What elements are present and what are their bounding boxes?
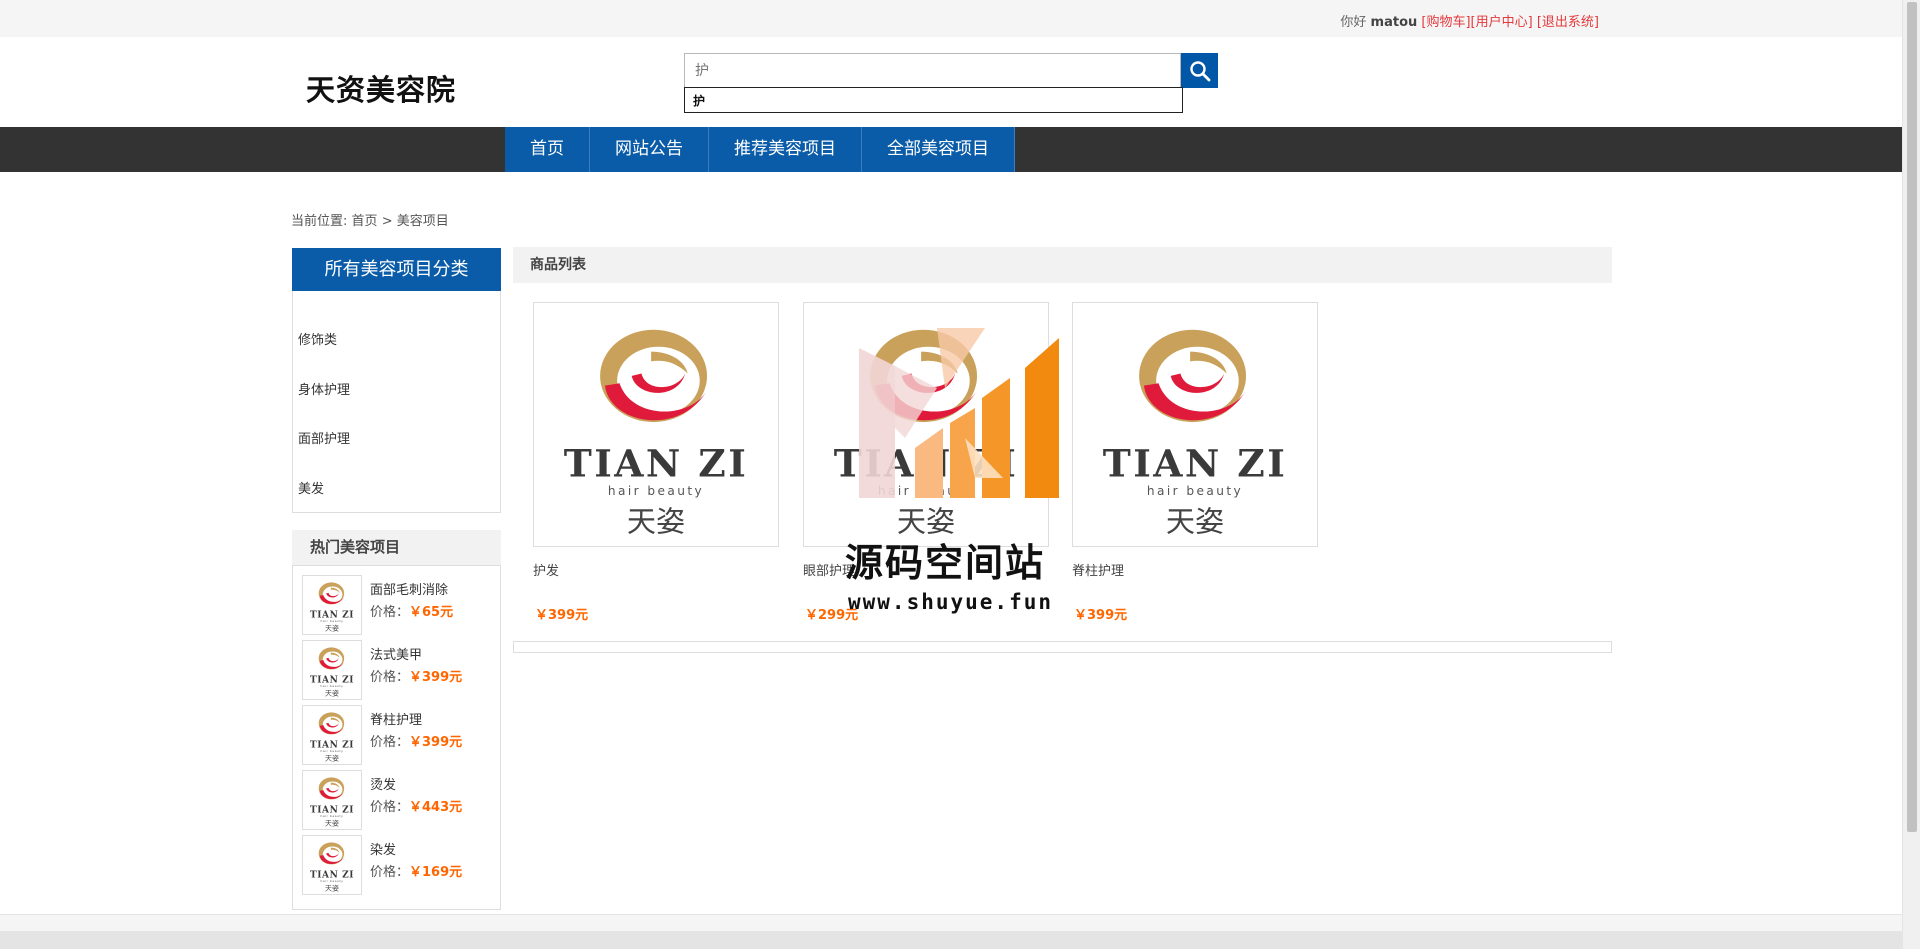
svg-text:hair beauty: hair beauty	[1147, 484, 1243, 498]
category-item[interactable]: 修饰类	[298, 329, 337, 348]
product-price: ￥399元	[535, 608, 589, 623]
nav-item-home[interactable]: 首页	[505, 127, 590, 172]
site-logo[interactable]: 天资美容院	[306, 67, 456, 109]
hot-item-name[interactable]: 脊柱护理	[370, 709, 422, 728]
hot-item[interactable]: TIAN ZI hair beauty 天姿 染发 价格：￥169元	[302, 835, 497, 895]
product-image[interactable]: TIAN ZIhair beauty 天姿	[533, 302, 779, 547]
search-suggestion[interactable]: 护	[684, 87, 1183, 113]
nav-item-announcements[interactable]: 网站公告	[590, 127, 709, 172]
horizontal-scrollbar[interactable]	[0, 931, 1902, 949]
hot-item-name[interactable]: 染发	[370, 839, 396, 858]
breadcrumb-home[interactable]: 首页	[352, 214, 378, 229]
svg-text:天姿: 天姿	[325, 884, 339, 893]
top-bar: 你好 matou [购物车][用户中心] [退出系统]	[0, 0, 1902, 37]
pagination-bar	[513, 641, 1612, 653]
hot-item[interactable]: TIAN ZI hair beauty 天姿 面部毛刺消除 价格：￥65元	[302, 575, 497, 635]
tianzi-logo-icon: TIAN ZIhair beauty天姿	[310, 647, 353, 698]
nav-item-recommended[interactable]: 推荐美容项目	[709, 127, 862, 172]
hot-item-name[interactable]: 法式美甲	[370, 644, 422, 663]
price-label: 价格：	[370, 735, 410, 750]
product-card[interactable]: TIAN ZI hair beauty 天姿 护发 ￥399元	[533, 302, 779, 623]
svg-text:hair beauty: hair beauty	[321, 619, 344, 623]
svg-text:hair beauty: hair beauty	[321, 879, 344, 883]
hot-item-price-row: 价格：￥65元	[370, 601, 453, 620]
logout-link[interactable]: [退出系统]	[1537, 15, 1599, 30]
footer-strip	[0, 914, 1902, 931]
tianzi-logo-icon: TIAN ZIhair beauty 天姿	[1103, 329, 1288, 538]
svg-text:TIAN ZI: TIAN ZI	[564, 442, 749, 486]
svg-text:hair beauty: hair beauty	[321, 749, 344, 753]
user-links: 你好 matou [购物车][用户中心] [退出系统]	[1340, 11, 1599, 30]
category-list: 修饰类 身体护理 面部护理 美发	[292, 291, 501, 513]
username: matou	[1370, 15, 1418, 30]
product-name[interactable]: 护发	[533, 560, 559, 579]
hot-item-price-row: 价格：￥399元	[370, 666, 462, 685]
svg-text:TIAN ZI: TIAN ZI	[1103, 442, 1288, 486]
main-nav: 首页 网站公告 推荐美容项目 全部美容项目	[0, 127, 1902, 172]
breadcrumb-prefix: 当前位置:	[291, 214, 348, 229]
tianzi-logo-icon: TIAN ZIhair beauty天姿	[310, 712, 353, 763]
category-item[interactable]: 美发	[298, 478, 324, 497]
hot-item-price-row: 价格：￥169元	[370, 861, 462, 880]
user-center-link[interactable]: [用户中心]	[1471, 15, 1533, 30]
hot-item-price-row: 价格：￥399元	[370, 731, 462, 750]
hot-item[interactable]: TIAN ZI hair beauty 天姿 脊柱护理 价格：￥399元	[302, 705, 497, 765]
tianzi-logo-icon: TIAN ZIhair beauty天姿	[310, 777, 353, 828]
breadcrumb: 当前位置: 首页 > 美容项目	[291, 210, 449, 229]
svg-text:天姿: 天姿	[325, 689, 339, 698]
hot-item-name[interactable]: 烫发	[370, 774, 396, 793]
breadcrumb-separator: >	[381, 214, 393, 229]
hot-item-name[interactable]: 面部毛刺消除	[370, 579, 448, 598]
svg-text:天姿: 天姿	[627, 504, 685, 538]
product-list-title: 商品列表	[513, 247, 1612, 283]
hot-item-thumbnail[interactable]: TIAN ZI hair beauty 天姿	[302, 770, 362, 830]
category-item[interactable]: 面部护理	[298, 428, 350, 447]
hot-item-price: ￥443元	[409, 800, 463, 815]
svg-text:天姿: 天姿	[325, 754, 339, 763]
cart-link[interactable]: [购物车]	[1421, 15, 1470, 30]
price-label: 价格：	[370, 865, 410, 880]
search-icon	[1189, 60, 1210, 81]
hot-item-price: ￥399元	[409, 735, 463, 750]
hot-item-thumbnail[interactable]: TIAN ZI hair beauty 天姿	[302, 640, 362, 700]
tianzi-logo-icon: TIAN ZIhair beauty 天姿	[564, 329, 749, 538]
svg-text:天姿: 天姿	[325, 624, 339, 633]
price-label: 价格：	[370, 800, 410, 815]
breadcrumb-current: 美容项目	[396, 214, 449, 229]
vertical-scrollbar[interactable]	[1902, 0, 1920, 949]
header: 天资美容院 护	[0, 37, 1902, 127]
product-card[interactable]: TIAN ZI hair beauty 天姿 脊柱护理 ￥399元	[1072, 302, 1318, 623]
greeting: 你好	[1340, 15, 1367, 30]
category-item[interactable]: 身体护理	[298, 379, 350, 398]
hot-item-thumbnail[interactable]: TIAN ZI hair beauty 天姿	[302, 575, 362, 635]
search-box	[684, 53, 1218, 88]
svg-text:hair beauty: hair beauty	[321, 814, 344, 818]
hot-item[interactable]: TIAN ZI hair beauty 天姿 法式美甲 价格：￥399元	[302, 640, 497, 700]
svg-text:天姿: 天姿	[1166, 504, 1224, 538]
svg-text:hair beauty: hair beauty	[321, 684, 344, 688]
hot-items-title: 热门美容项目	[292, 530, 501, 565]
price-label: 价格：	[370, 670, 410, 685]
hot-items-list: TIAN ZI hair beauty 天姿 面部毛刺消除 价格：￥65元 TIAN…	[292, 565, 501, 910]
product-image[interactable]: TIAN ZIhair beauty 天姿	[1072, 302, 1318, 547]
hot-item-price: ￥399元	[409, 670, 463, 685]
hot-item-price: ￥169元	[409, 865, 463, 880]
hot-item-price: ￥65元	[409, 605, 454, 620]
tianzi-logo-icon: TIAN ZIhair beauty天姿	[310, 842, 353, 893]
category-title: 所有美容项目分类	[292, 248, 501, 291]
nav-item-all-projects[interactable]: 全部美容项目	[862, 127, 1015, 172]
svg-text:天姿: 天姿	[325, 819, 339, 828]
price-label: 价格：	[370, 605, 410, 620]
hot-item[interactable]: TIAN ZI hair beauty 天姿 烫发 价格：￥443元	[302, 770, 497, 830]
hot-item-price-row: 价格：￥443元	[370, 796, 462, 815]
hot-item-thumbnail[interactable]: TIAN ZI hair beauty 天姿	[302, 835, 362, 895]
scrollbar-thumb[interactable]	[1907, 2, 1917, 832]
search-input[interactable]	[684, 53, 1181, 88]
watermark-url: www.shuyue.fun	[848, 590, 1054, 614]
hot-item-thumbnail[interactable]: TIAN ZI hair beauty 天姿	[302, 705, 362, 765]
svg-text:hair beauty: hair beauty	[608, 484, 704, 498]
search-button[interactable]	[1181, 53, 1218, 88]
tianzi-logo-icon: TIAN ZIhair beauty天姿	[310, 582, 353, 633]
watermark-title: 源码空间站	[845, 541, 1046, 585]
